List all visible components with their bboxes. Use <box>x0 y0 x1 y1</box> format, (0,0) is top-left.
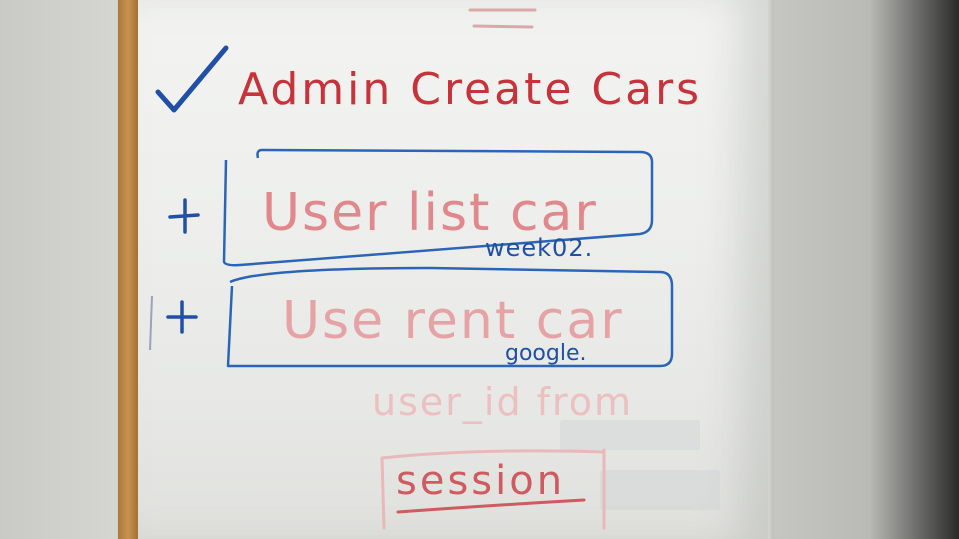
faded-marks <box>468 8 537 29</box>
checkmark-icon <box>155 45 229 113</box>
whiteboard-writing: Admin Create Cars User list car week02. … <box>149 8 702 530</box>
faded-marks <box>149 295 153 351</box>
photo-scene: Admin Create Cars User list car week02. … <box>0 0 959 539</box>
note-session: session <box>396 458 565 504</box>
note-week02: week02. <box>485 234 593 262</box>
note-user-id-from: user_id from <box>372 380 633 424</box>
plus-icon <box>166 300 198 334</box>
plus-icon <box>168 198 200 234</box>
heading-admin-create-cars: Admin Create Cars <box>238 64 702 115</box>
note-google: google. <box>505 341 587 366</box>
